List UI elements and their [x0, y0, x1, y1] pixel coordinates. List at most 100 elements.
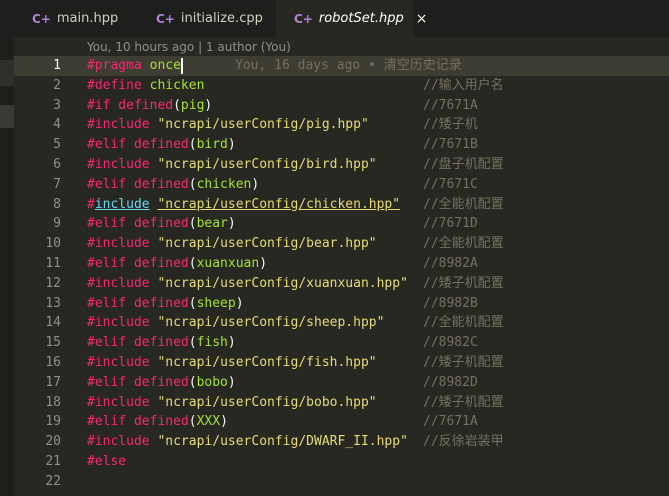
identifier: bear	[196, 216, 228, 232]
include-path: "ncrapi/userConfig/pig.hpp"	[157, 117, 369, 133]
keyword: #include	[87, 236, 150, 252]
line-number: 21	[45, 453, 61, 469]
code-line[interactable]: #include "ncrapi/userConfig/bear.hpp" //全…	[87, 234, 504, 254]
keyword: #include	[87, 434, 150, 450]
code-line[interactable]: #define chicken //输入用户名	[87, 76, 504, 96]
identifier: xuanxuan	[196, 255, 260, 271]
line-number: 5	[53, 137, 61, 153]
comment: //7671C	[423, 176, 478, 192]
comment: //矮子机配置	[423, 394, 504, 410]
code-line[interactable]: #elif defined(bird)//7671B	[87, 135, 478, 155]
tab-label: main.hpp	[56, 11, 119, 26]
tab-robotset-hpp[interactable]: C+ robotSet.hpp ×	[276, 0, 427, 37]
code-line[interactable]: #pragma once You, 16 days ago • 清空历史记录	[87, 56, 462, 76]
text-cursor	[180, 57, 183, 74]
line-number: 9	[53, 216, 61, 232]
comment: //全能机配置	[423, 236, 504, 252]
keyword: #else	[87, 453, 127, 469]
identifier: chicken	[196, 176, 252, 192]
strip-highlight	[0, 60, 14, 86]
code-line[interactable]: #elif defined(bobo)//8982D	[87, 373, 478, 393]
code-line[interactable]: #elif defined(bear)//7671D	[87, 214, 478, 234]
strip-highlight	[0, 105, 14, 128]
line-number: 18	[45, 394, 61, 410]
close-icon[interactable]: ×	[416, 11, 428, 27]
keyword: #include	[87, 156, 150, 172]
code-line[interactable]: #elif defined(XXX)//7671A	[87, 412, 478, 432]
line-number: 15	[45, 335, 61, 351]
keyword: #include	[87, 315, 150, 331]
include-path: "ncrapi/userConfig/sheep.hpp"	[157, 315, 385, 331]
line-number: 14	[45, 315, 61, 331]
line-number: 7	[53, 176, 61, 192]
code-line[interactable]: #include "ncrapi/userConfig/bobo.hpp" //矮…	[87, 393, 504, 413]
code-line[interactable]: #elif defined(xuanxuan)//8982A	[87, 254, 478, 274]
comment: //矮子机	[423, 117, 478, 133]
line-number: 1	[53, 58, 61, 73]
code-line[interactable]: #else	[87, 452, 408, 472]
line-number: 17	[45, 374, 61, 390]
include-path: "ncrapi/userConfig/fish.hpp"	[157, 354, 377, 370]
comment: //8982C	[423, 335, 478, 351]
keyword: #elif defined	[87, 414, 189, 430]
code-line[interactable]	[87, 472, 408, 492]
comment: //7671B	[423, 137, 478, 153]
tab-initialize-cpp[interactable]: C+ initialize.cpp	[138, 0, 276, 37]
git-blame-annotation: You, 16 days ago • 清空历史记录	[235, 58, 462, 73]
line-number: 3	[53, 97, 61, 113]
keyword: #elif defined	[87, 255, 189, 271]
comment: //矮子机配置	[423, 354, 504, 370]
codelens-author-info[interactable]: You, 10 hours ago | 1 author (You)	[87, 40, 291, 54]
keyword: #elif defined	[87, 216, 189, 232]
keyword: #include	[87, 354, 150, 370]
code-line[interactable]: #include "ncrapi/userConfig/sheep.hpp" //…	[87, 313, 504, 333]
comment: //输入用户名	[423, 77, 504, 93]
tab-bar: C+ main.hpp C+ initialize.cpp C+ robotSe…	[0, 0, 669, 37]
code-line[interactable]: #include "ncrapi/userConfig/DWARF_II.hpp…	[87, 432, 504, 452]
tab-main-hpp[interactable]: C+ main.hpp	[0, 0, 138, 37]
identifier: XXX	[196, 414, 221, 430]
line-number: 8	[53, 196, 61, 212]
keyword: #include	[87, 394, 150, 410]
code-line[interactable]: #if defined(pig)//7671A	[87, 96, 478, 116]
comment: //7671A	[423, 414, 478, 430]
comment: //全能机配置	[423, 196, 504, 212]
code-line[interactable]: #elif defined(sheep)//8982B	[87, 294, 478, 314]
comment: //7671D	[423, 216, 478, 232]
code-line[interactable]: #include "ncrapi/userConfig/bird.hpp" //盘…	[87, 155, 504, 175]
comment: //矮子机配置	[423, 275, 504, 291]
line-number: 2	[53, 77, 61, 93]
code-line[interactable]: #include "ncrapi/userConfig/chicken.hpp"…	[87, 195, 504, 215]
identifier: chicken	[149, 77, 205, 93]
keyword: #define	[87, 77, 142, 93]
keyword: #include	[87, 117, 150, 133]
line-number: 20	[45, 434, 61, 450]
cpp-file-icon: C+	[32, 11, 51, 26]
activity-strip	[0, 37, 14, 496]
include-path-link[interactable]: "ncrapi/userConfig/chicken.hpp"	[157, 197, 400, 212]
code-line[interactable]: #include "ncrapi/userConfig/xuanxuan.hpp…	[87, 274, 504, 294]
code-line[interactable]: #elif defined(fish)//8982C	[87, 333, 478, 353]
cpp-file-icon: C+	[156, 11, 175, 26]
include-link[interactable]: include	[95, 197, 150, 212]
line-number: 10	[45, 236, 61, 252]
include-path: "ncrapi/userConfig/DWARF_II.hpp"	[157, 434, 408, 450]
keyword: #elif defined	[87, 295, 189, 311]
line-number: 4	[53, 117, 61, 133]
code-line[interactable]: #include "ncrapi/userConfig/pig.hpp" //矮子…	[87, 115, 478, 135]
code-line[interactable]: #elif defined(chicken)//7671C	[87, 175, 478, 195]
comment: //反徐岩装甲	[423, 434, 504, 450]
identifier: once	[149, 58, 181, 73]
line-number: 12	[45, 275, 61, 291]
line-number: 11	[45, 255, 61, 271]
identifier: fish	[196, 335, 228, 351]
code-editor[interactable]: #pragma once You, 16 days ago • 清空历史记录 #d…	[87, 56, 504, 492]
line-number: 6	[53, 156, 61, 172]
line-number-gutter: 1 2 3 4 5 6 7 8 9 10 11 12 13 14 15 16 1…	[14, 56, 61, 492]
tab-label: robotSet.hpp	[318, 11, 404, 26]
line-number: 22	[45, 473, 61, 489]
code-line[interactable]: #include "ncrapi/userConfig/fish.hpp" //矮…	[87, 353, 504, 373]
comment: //盘子机配置	[423, 156, 504, 172]
line-number: 19	[45, 414, 61, 430]
comment: //8982D	[423, 374, 478, 390]
